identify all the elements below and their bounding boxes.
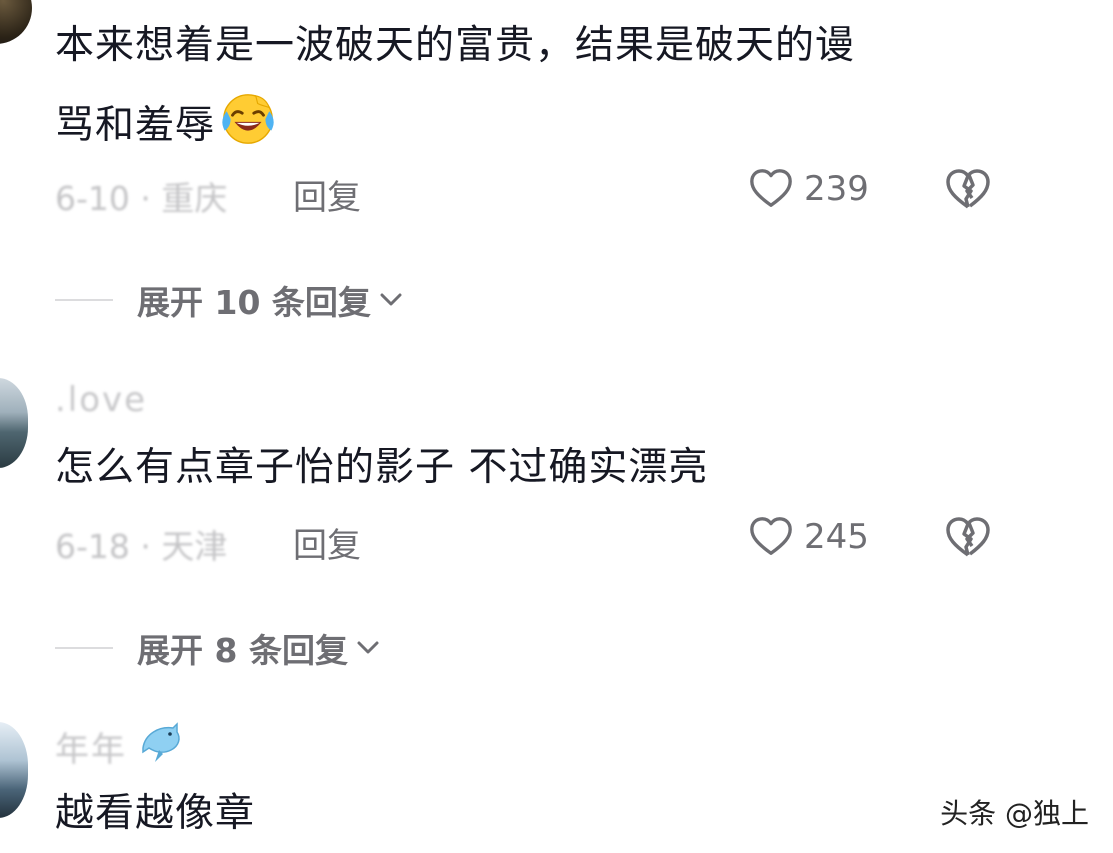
username[interactable]: 年年 <box>55 722 127 771</box>
comment-text: 本来想着是一波破天的富贵，结果是破天的谩 <box>55 23 856 68</box>
like-count: 245 <box>804 517 869 557</box>
broken-heart-icon[interactable] <box>944 514 992 562</box>
rolling-laughing-emoji-icon <box>222 94 274 144</box>
heart-icon <box>750 517 792 555</box>
reply-button[interactable]: 回复 <box>293 518 361 567</box>
comment-text: 越看越像章 <box>55 791 256 836</box>
like-button[interactable]: 239 <box>748 166 869 212</box>
heart-icon <box>750 169 792 207</box>
expand-replies-button[interactable]: 展开 8 条回复 <box>55 624 382 672</box>
comment-text-continued: 骂和羞辱 <box>55 90 277 158</box>
dolphin-icon <box>142 722 180 762</box>
comment-meta: 6-10 · 重庆 <box>55 179 228 218</box>
watermark: 头条 @独上 <box>940 797 1089 830</box>
avatar[interactable] <box>0 722 28 818</box>
avatar[interactable] <box>0 378 28 468</box>
comment-meta: 6-18 · 天津 <box>55 527 228 566</box>
broken-heart-icon[interactable] <box>944 166 992 214</box>
chevron-down-icon <box>357 641 379 654</box>
reply-button[interactable]: 回复 <box>293 170 361 219</box>
expand-replies-label: 展开 10 条回复 <box>137 283 371 322</box>
chevron-down-icon <box>380 293 402 306</box>
expand-replies-button[interactable]: 展开 10 条回复 <box>55 276 405 324</box>
like-count: 239 <box>804 169 869 209</box>
like-button[interactable]: 245 <box>748 514 869 560</box>
expand-replies-label: 展开 8 条回复 <box>137 631 348 670</box>
username[interactable]: .love <box>55 380 147 420</box>
divider <box>55 299 113 301</box>
comment-text: 怎么有点章子怡的影子 不过确实漂亮 <box>55 445 709 490</box>
divider <box>55 647 113 649</box>
avatar[interactable] <box>0 0 32 44</box>
